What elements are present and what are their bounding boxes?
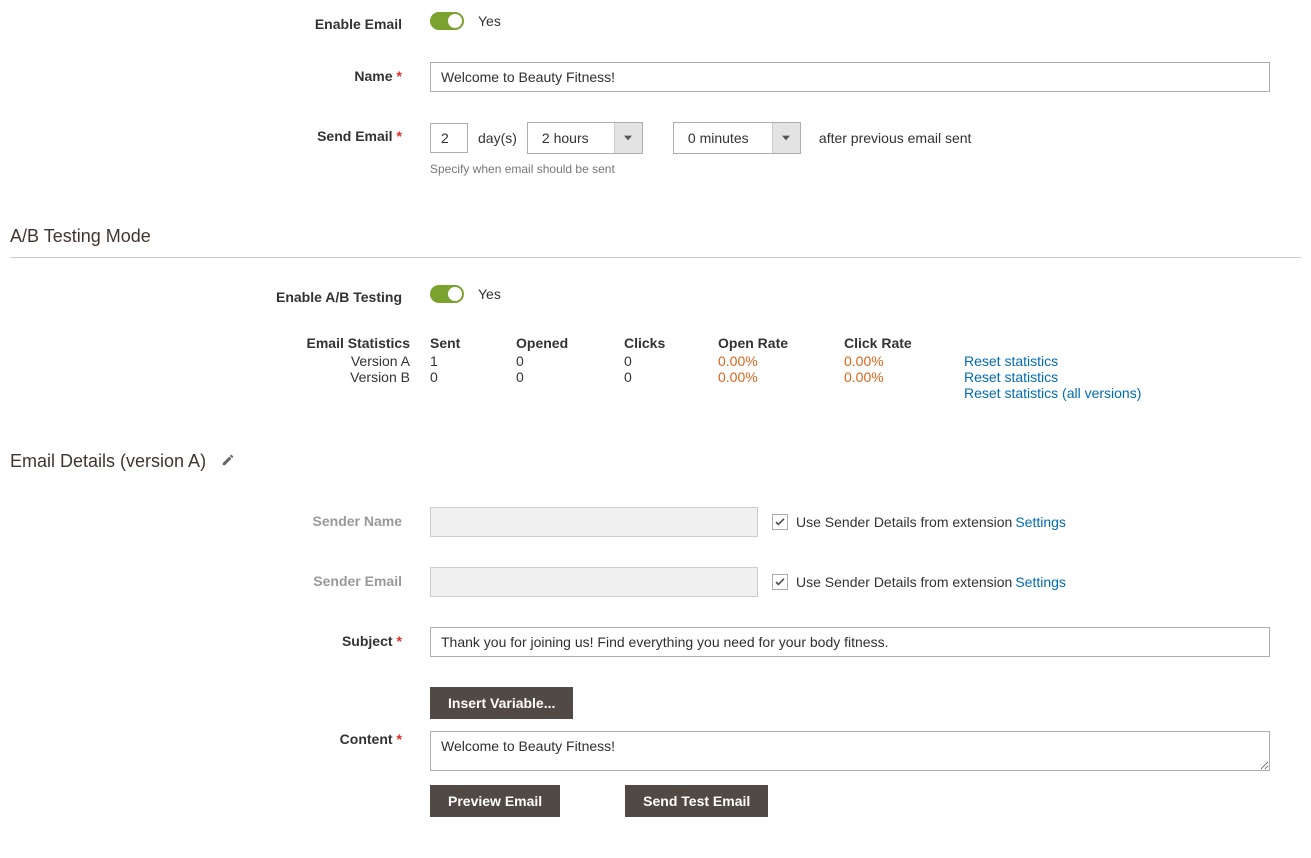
sender-name-label: Sender Name <box>10 507 430 529</box>
stats-val: 0.00% <box>844 353 964 369</box>
chevron-down-icon[interactable] <box>772 123 800 153</box>
stats-val: 0.00% <box>718 353 844 369</box>
stats-val: 0.00% <box>718 369 844 385</box>
sender-name-input <box>430 507 758 537</box>
chevron-down-icon[interactable] <box>614 123 642 153</box>
stats-val: 0 <box>516 353 624 369</box>
use-sender-email-checkbox[interactable] <box>772 574 788 590</box>
stats-val: 0 <box>624 369 718 385</box>
send-days-input[interactable] <box>430 123 468 153</box>
stats-head-openrate: Open Rate <box>718 335 844 351</box>
ab-section-title: A/B Testing Mode <box>10 206 1301 258</box>
stats-val: 1 <box>430 353 516 369</box>
stats-val: 0 <box>516 369 624 385</box>
stats-val: 0 <box>430 369 516 385</box>
enable-email-value: Yes <box>478 13 501 29</box>
subject-input[interactable] <box>430 627 1270 657</box>
stats-head-opened: Opened <box>516 335 624 351</box>
send-minutes-select[interactable]: 0 minutes <box>673 122 801 154</box>
enable-ab-label: Enable A/B Testing <box>10 283 430 305</box>
enable-ab-value: Yes <box>478 286 501 302</box>
content-textarea[interactable] <box>430 731 1270 771</box>
stats-row-label: Version A <box>10 353 410 369</box>
use-sender-text: Use Sender Details from extension <box>796 574 1012 590</box>
send-hours-select[interactable]: 2 hours <box>527 122 643 154</box>
name-input[interactable] <box>430 62 1270 92</box>
stats-val: 0.00% <box>844 369 964 385</box>
reset-stats-b-link[interactable]: Reset statistics <box>964 369 1058 385</box>
stats-head-sent: Sent <box>430 335 516 351</box>
stats-head-clickrate: Click Rate <box>844 335 964 351</box>
use-sender-text: Use Sender Details from extension <box>796 514 1012 530</box>
name-label: Name* <box>10 62 430 84</box>
sender-email-input <box>430 567 758 597</box>
sender-email-label: Sender Email <box>10 567 430 589</box>
stats-val: 0 <box>624 353 718 369</box>
enable-email-label: Enable Email <box>10 10 430 32</box>
send-after-text: after previous email sent <box>819 130 972 146</box>
pencil-icon[interactable] <box>221 451 235 472</box>
send-hint: Specify when email should be sent <box>430 162 1301 176</box>
preview-email-button[interactable]: Preview Email <box>430 785 560 817</box>
reset-stats-all-link[interactable]: Reset statistics (all versions) <box>964 385 1141 401</box>
stats-title: Email Statistics <box>10 335 410 351</box>
subject-label: Subject* <box>10 627 430 649</box>
enable-email-toggle[interactable] <box>430 12 464 30</box>
send-test-email-button[interactable]: Send Test Email <box>625 785 768 817</box>
settings-link[interactable]: Settings <box>1015 514 1066 530</box>
send-email-label: Send Email* <box>10 122 430 144</box>
enable-ab-toggle[interactable] <box>430 285 464 303</box>
stats-row-label: Version B <box>10 369 410 385</box>
details-section-title: Email Details (version A) <box>10 431 1301 482</box>
settings-link[interactable]: Settings <box>1015 574 1066 590</box>
stats-head-clicks: Clicks <box>624 335 718 351</box>
reset-stats-a-link[interactable]: Reset statistics <box>964 353 1058 369</box>
content-label: Content* <box>10 687 430 747</box>
insert-variable-button[interactable]: Insert Variable... <box>430 687 573 719</box>
send-days-unit: day(s) <box>478 130 517 146</box>
use-sender-name-checkbox[interactable] <box>772 514 788 530</box>
